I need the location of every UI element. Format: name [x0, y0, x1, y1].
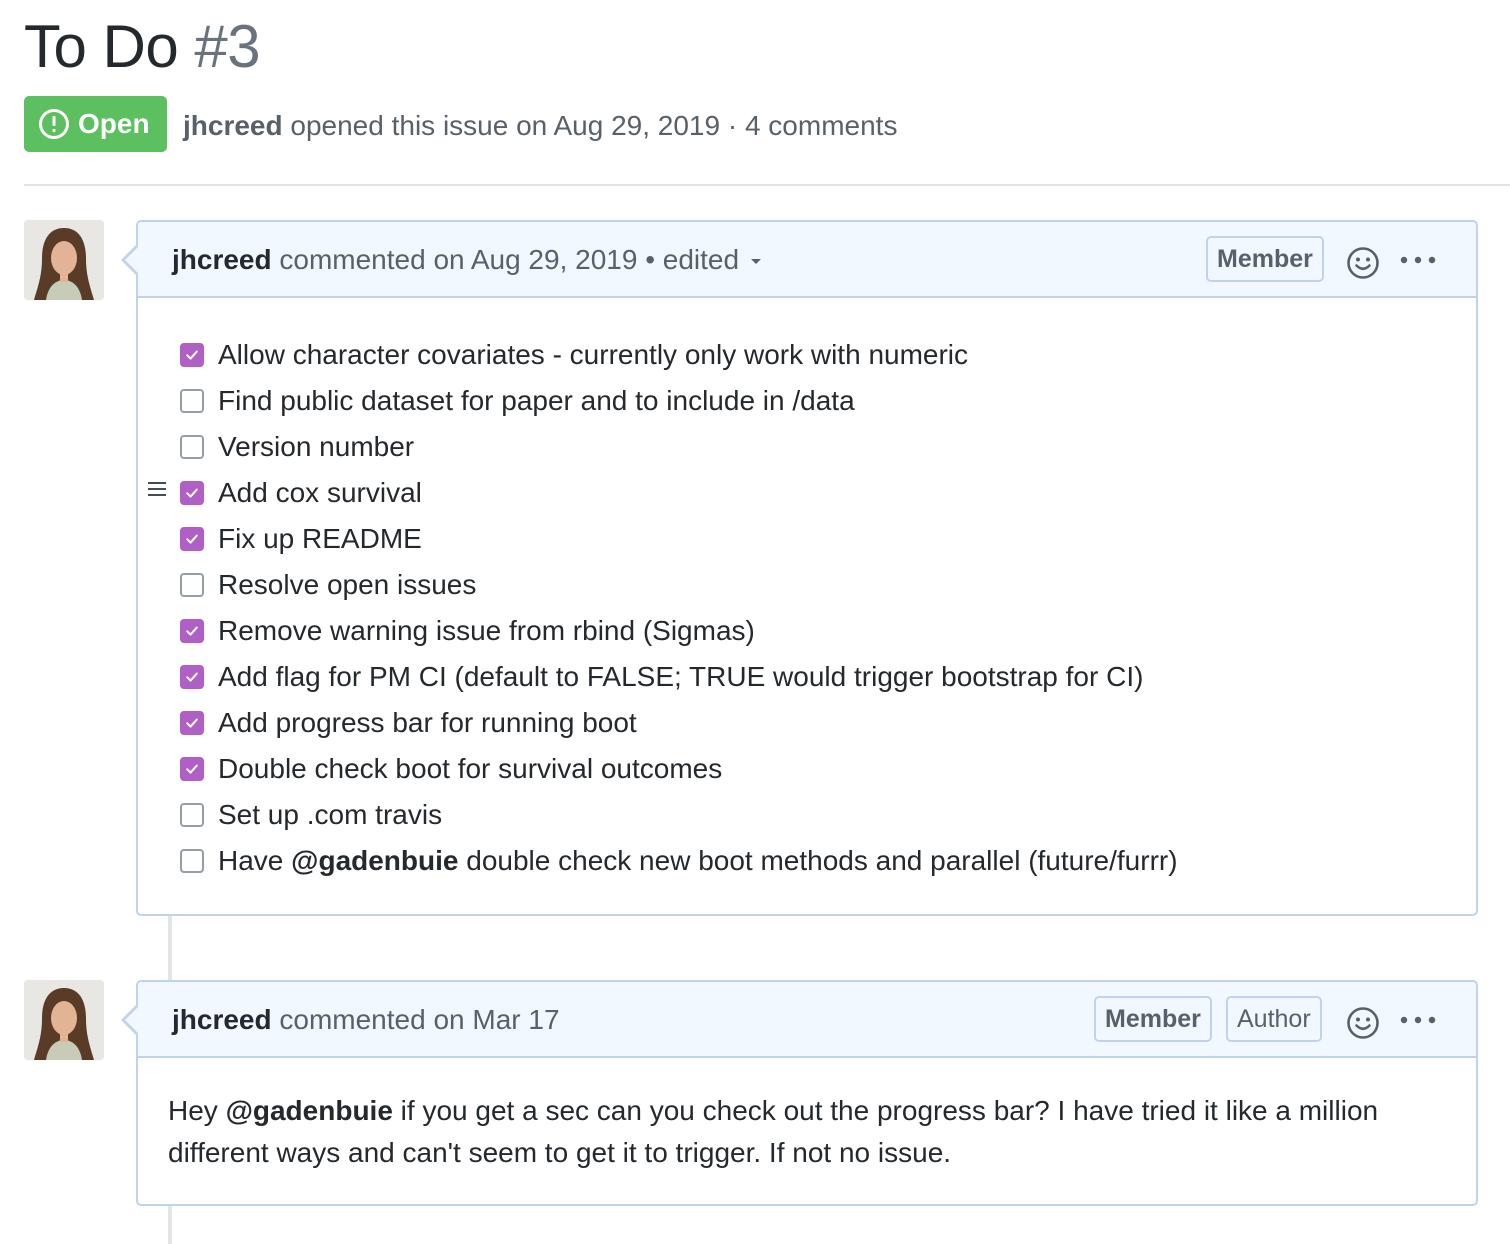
task-text: Remove warning issue from rbind (Sigmas): [218, 615, 755, 646]
task-text: Version number: [218, 431, 415, 462]
timeline-connector: [168, 1204, 172, 1244]
task-list-item: Remove warning issue from rbind (Sigmas): [180, 608, 1178, 654]
task-list-item: Fix up README: [180, 516, 1178, 562]
comment-meta: jhcreed commented on Mar 17: [172, 1002, 560, 1038]
issue-number: #3: [194, 13, 261, 80]
author-badge: Author: [1226, 996, 1322, 1042]
task-text: Allow character covariates - currently o…: [218, 339, 969, 370]
task-text: Resolve open issues: [218, 569, 477, 600]
issue-meta: jhcreed opened this issue on Aug 29, 201…: [183, 108, 897, 144]
task-list-item: Version number: [180, 424, 1178, 470]
issue-opened-text: opened this issue on Aug 29, 2019 · 4 co…: [282, 110, 898, 141]
comment-body-text: Hey: [168, 1095, 226, 1126]
comment-pointer-fill: [125, 1006, 139, 1034]
avatar[interactable]: [24, 220, 104, 300]
comment-author-link[interactable]: jhcreed: [172, 1004, 272, 1035]
task-list-item: Allow character covariates - currently o…: [180, 332, 1178, 378]
task-text: Find public dataset for paper and to inc…: [218, 385, 855, 416]
task-text: Add progress bar for running boot: [218, 707, 637, 738]
task-text: Add flag for PM CI (default to FALSE; TR…: [218, 661, 1144, 692]
mention-link[interactable]: @gadenbuie: [226, 1095, 393, 1126]
issue-author-link[interactable]: jhcreed: [183, 110, 283, 141]
kebab-horizontal-icon[interactable]: [1400, 1016, 1436, 1024]
task-list-item: Add progress bar for running boot: [180, 700, 1178, 746]
comment-2: jhcreed commented on Mar 17 Member Autho…: [121, 980, 1478, 1206]
task-checkbox[interactable]: [180, 343, 204, 367]
task-checkbox[interactable]: [180, 527, 204, 551]
issue-title-text: To Do: [24, 13, 179, 80]
task-checkbox[interactable]: [180, 573, 204, 597]
comment-meta: jhcreed commented on Aug 29, 2019 • edit…: [172, 242, 762, 278]
task-list-item: Have @gadenbuie double check new boot me…: [180, 838, 1178, 884]
state-label: Open: [78, 108, 150, 139]
member-badge: Member: [1094, 996, 1212, 1042]
task-checkbox[interactable]: [180, 619, 204, 643]
task-checkbox[interactable]: [180, 481, 204, 505]
task-list-item: Add cox survival: [148, 470, 1178, 516]
comment-header: jhcreed commented on Aug 29, 2019 • edit…: [138, 222, 1476, 298]
issue-title: To Do #3: [24, 12, 261, 82]
smiley-icon[interactable]: [1346, 1006, 1380, 1040]
avatar[interactable]: [24, 980, 104, 1060]
task-checkbox[interactable]: [180, 849, 204, 873]
comment-timestamp[interactable]: commented on Aug 29, 2019 • edited: [272, 244, 739, 275]
task-text: Fix up README: [218, 523, 422, 554]
task-checkbox[interactable]: [180, 435, 204, 459]
task-list-item: Find public dataset for paper and to inc…: [180, 378, 1178, 424]
member-badge: Member: [1206, 236, 1324, 282]
timeline-connector: [168, 914, 172, 982]
issue-opened-icon: [39, 109, 69, 139]
task-list-item: Set up .com travis: [180, 792, 1178, 838]
comment-1: jhcreed commented on Aug 29, 2019 • edit…: [121, 220, 1478, 916]
task-checkbox[interactable]: [180, 757, 204, 781]
mention-link[interactable]: @gadenbuie: [291, 845, 458, 876]
kebab-horizontal-icon[interactable]: [1400, 256, 1436, 264]
task-list-item: Resolve open issues: [180, 562, 1178, 608]
task-text-part: double check new boot methods and parall…: [458, 845, 1178, 876]
edited-dropdown-caret-icon[interactable]: [751, 259, 762, 265]
task-text-part: Have: [218, 845, 292, 876]
task-list: Allow character covariates - currently o…: [148, 332, 1178, 884]
task-checkbox[interactable]: [180, 803, 204, 827]
task-checkbox[interactable]: [180, 711, 204, 735]
smiley-icon[interactable]: [1346, 246, 1380, 280]
comment-header: jhcreed commented on Mar 17 Member Autho…: [138, 982, 1476, 1058]
task-text: Add cox survival: [218, 477, 422, 508]
task-list-item: Add flag for PM CI (default to FALSE; TR…: [180, 654, 1178, 700]
task-text: Set up .com travis: [218, 799, 443, 830]
drag-handle-icon[interactable]: [148, 482, 166, 500]
task-text: Double check boot for survival outcomes: [218, 753, 723, 784]
task-list-item: Double check boot for survival outcomes: [180, 746, 1178, 792]
comment-body: Hey @gadenbuie if you get a sec can you …: [168, 1090, 1448, 1174]
task-checkbox[interactable]: [180, 665, 204, 689]
header-divider: [24, 184, 1510, 186]
task-text: Have @gadenbuie double check new boot me…: [218, 845, 1178, 877]
comment-author-link[interactable]: jhcreed: [172, 244, 272, 275]
state-badge-open: Open: [24, 96, 167, 152]
task-checkbox[interactable]: [180, 389, 204, 413]
comment-pointer-fill: [125, 246, 139, 274]
comment-timestamp[interactable]: commented on Mar 17: [272, 1004, 559, 1035]
